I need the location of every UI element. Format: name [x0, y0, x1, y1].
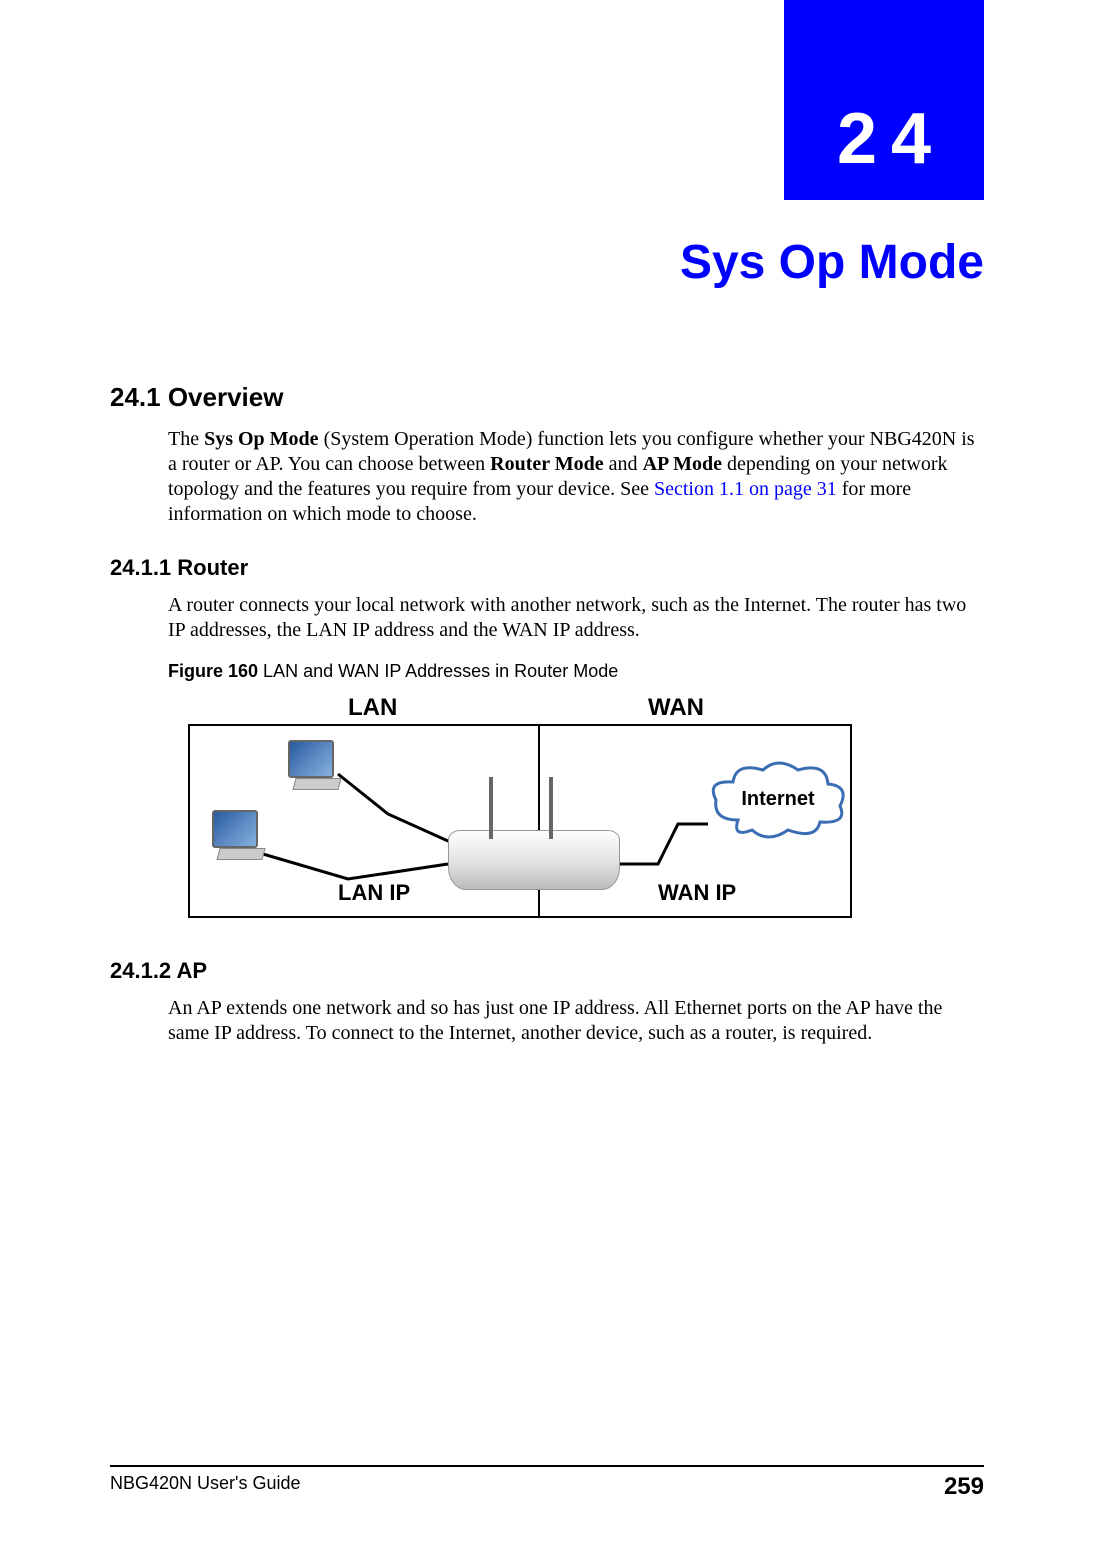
lan-ip-label: LAN IP: [338, 880, 410, 906]
figure-caption: Figure 160 LAN and WAN IP Addresses in R…: [168, 661, 984, 682]
chapter-number: 24: [823, 98, 945, 180]
page-footer: NBG420N User's Guide 259: [110, 1465, 984, 1501]
guide-title: NBG420N User's Guide: [110, 1473, 301, 1501]
network-diagram: LAN WAN Internet LAN IP: [168, 690, 868, 930]
wan-label: WAN: [648, 694, 704, 722]
figure-desc: LAN and WAN IP Addresses in Router Mode: [263, 661, 618, 681]
internet-label: Internet: [708, 788, 848, 811]
computer-icon: [288, 740, 346, 790]
section-heading-router: 24.1.1 Router: [110, 555, 984, 581]
text-bold: Sys Op Mode: [204, 428, 318, 450]
computer-icon: [212, 810, 270, 860]
router-icon: [448, 830, 620, 890]
text-bold: Router Mode: [490, 453, 604, 475]
section-heading-ap: 24.1.2 AP: [110, 958, 984, 984]
chapter-title: Sys Op Mode: [680, 235, 984, 290]
cross-reference-link[interactable]: Section 1.1 on page 31: [654, 478, 837, 500]
chapter-number-box: 24: [784, 0, 984, 200]
wan-ip-label: WAN IP: [658, 880, 736, 906]
router-paragraph: A router connects your local network wit…: [168, 593, 984, 643]
text-bold: AP Mode: [643, 453, 722, 475]
ap-paragraph: An AP extends one network and so has jus…: [168, 996, 984, 1046]
figure-label: Figure 160: [168, 661, 263, 681]
page-number: 259: [944, 1473, 984, 1501]
internet-cloud-icon: Internet: [708, 760, 848, 844]
overview-paragraph: The Sys Op Mode (System Operation Mode) …: [168, 427, 984, 527]
text: and: [604, 453, 643, 475]
lan-label: LAN: [348, 694, 397, 722]
section-heading-overview: 24.1 Overview: [110, 382, 984, 413]
text: The: [168, 428, 204, 450]
